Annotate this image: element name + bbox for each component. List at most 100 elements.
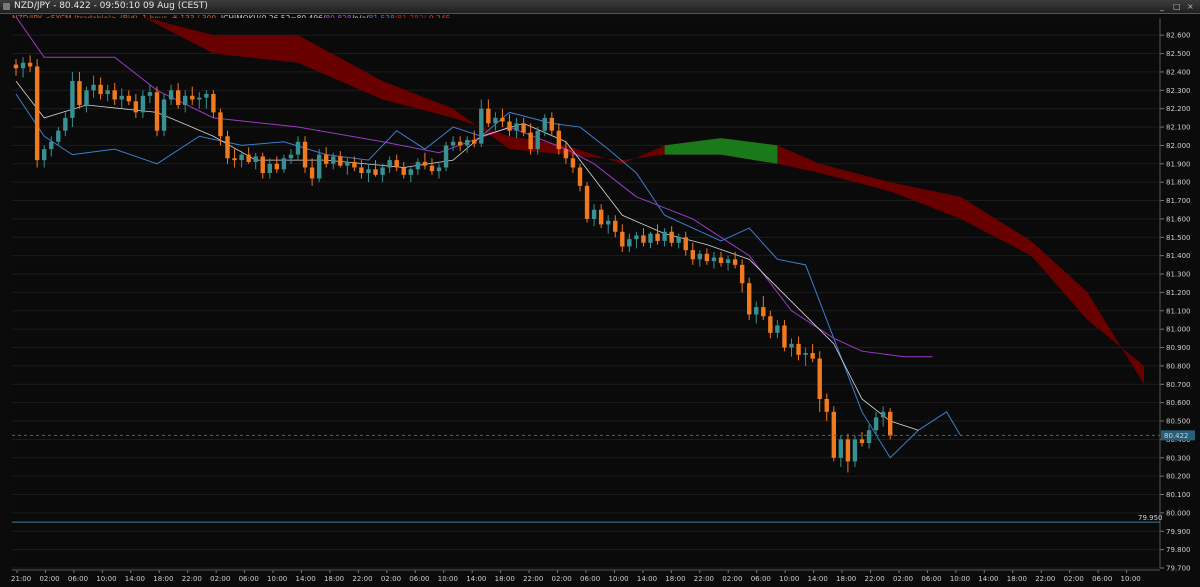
candle-body bbox=[690, 250, 695, 260]
candle-body bbox=[598, 209, 604, 225]
x-tick-label: 22:00 bbox=[694, 575, 714, 583]
candle-body bbox=[168, 90, 174, 100]
candle-body bbox=[528, 132, 533, 150]
candle-body bbox=[232, 158, 237, 161]
candle-body bbox=[732, 259, 738, 265]
y-tick-label: 81.200 bbox=[1166, 289, 1191, 297]
y-tick-label: 81.700 bbox=[1166, 197, 1191, 205]
x-tick-label: 10:00 bbox=[1121, 575, 1141, 583]
candle-body bbox=[457, 141, 463, 146]
candle-body bbox=[105, 90, 110, 94]
y-tick-label: 81.600 bbox=[1166, 215, 1191, 223]
candle-body bbox=[302, 141, 308, 168]
candle-body bbox=[408, 169, 413, 175]
candle-body bbox=[754, 307, 759, 315]
x-tick-label: 02:00 bbox=[722, 575, 742, 583]
y-tick-label: 79.700 bbox=[1166, 565, 1191, 573]
candle-body bbox=[175, 90, 181, 106]
y-tick-label: 80.800 bbox=[1166, 362, 1191, 370]
ichimoku-candlestick-chart[interactable]: 82.600 82.500 82.400 82.300 82.200 82.100 82.0… bbox=[0, 0, 1200, 587]
candle-body bbox=[126, 95, 131, 102]
candle-body bbox=[436, 167, 442, 172]
x-tick-label: 14:00 bbox=[808, 575, 828, 583]
candle-body bbox=[70, 81, 75, 118]
x-tick-label: 06:00 bbox=[921, 575, 941, 583]
candle-body bbox=[309, 167, 315, 179]
x-tick-label: 06:00 bbox=[1092, 575, 1112, 583]
x-tick-label: 06:00 bbox=[68, 575, 88, 583]
candle-body bbox=[77, 81, 82, 106]
current-price-label: 80.422 bbox=[1164, 432, 1189, 440]
x-tick-label: 22:00 bbox=[1035, 575, 1055, 583]
y-tick-label: 81.100 bbox=[1166, 307, 1191, 315]
candle-body bbox=[507, 121, 512, 131]
x-tick-label: 22:00 bbox=[865, 575, 885, 583]
y-tick-label: 81.500 bbox=[1166, 234, 1191, 242]
candle-body bbox=[500, 117, 505, 122]
candle-body bbox=[267, 163, 272, 173]
x-tick-label: 22:00 bbox=[523, 575, 543, 583]
x-tick-label: 14:00 bbox=[637, 575, 657, 583]
y-tick-label: 80.100 bbox=[1166, 491, 1191, 499]
x-tick-label: 06:00 bbox=[751, 575, 771, 583]
candle-body bbox=[197, 97, 202, 100]
candle-body bbox=[42, 149, 47, 161]
x-tick-label: 14:00 bbox=[125, 575, 145, 583]
candle-body bbox=[697, 253, 703, 260]
x-tick-label: 02:00 bbox=[381, 575, 401, 583]
y-tick-label: 81.000 bbox=[1166, 326, 1191, 334]
candle-body bbox=[91, 84, 96, 91]
candle-body bbox=[218, 112, 223, 137]
candle-body bbox=[584, 185, 590, 219]
candle-body bbox=[281, 158, 287, 170]
x-tick-label: 18:00 bbox=[324, 575, 344, 583]
candle-body bbox=[859, 439, 865, 444]
candle-body bbox=[345, 161, 350, 166]
candle-body bbox=[768, 316, 773, 333]
candle-body bbox=[147, 92, 153, 96]
x-tick-label: 10:00 bbox=[950, 575, 970, 583]
x-tick-label: 02:00 bbox=[39, 575, 59, 583]
x-tick-label: 14:00 bbox=[296, 575, 316, 583]
candle-body bbox=[472, 139, 477, 144]
y-tick-label: 80.000 bbox=[1166, 509, 1191, 517]
candle-body bbox=[838, 439, 844, 458]
y-tick-label: 82.500 bbox=[1166, 50, 1191, 58]
y-tick-label: 80.300 bbox=[1166, 454, 1191, 462]
candle-body bbox=[239, 154, 244, 161]
y-tick-label: 80.900 bbox=[1166, 344, 1191, 352]
y-tick-label: 82.000 bbox=[1166, 142, 1191, 150]
candle-body bbox=[13, 64, 19, 69]
x-tick-label: 10:00 bbox=[608, 575, 628, 583]
y-tick-label: 82.100 bbox=[1166, 124, 1191, 132]
candle-body bbox=[422, 161, 428, 166]
x-tick-label: 10:00 bbox=[267, 575, 287, 583]
x-tick-label: 10:00 bbox=[779, 575, 799, 583]
candle-body bbox=[338, 156, 343, 166]
candle-body bbox=[549, 117, 554, 131]
x-tick-label: 02:00 bbox=[1064, 575, 1084, 583]
x-tick-label: 02:00 bbox=[552, 575, 572, 583]
candle-body bbox=[366, 169, 371, 173]
candle-body bbox=[415, 161, 421, 170]
candle-body bbox=[288, 154, 294, 159]
candle-body bbox=[98, 84, 103, 94]
y-tick-label: 82.200 bbox=[1166, 105, 1191, 113]
candle-body bbox=[119, 95, 124, 100]
candle-body bbox=[761, 307, 766, 317]
candle-body bbox=[747, 283, 752, 315]
candle-body bbox=[866, 430, 872, 444]
candle-body bbox=[211, 93, 216, 113]
candle-body bbox=[634, 235, 639, 240]
y-tick-label: 81.400 bbox=[1166, 252, 1191, 260]
candle-body bbox=[183, 95, 188, 106]
candle-body bbox=[253, 156, 258, 162]
x-tick-label: 21:00 bbox=[11, 575, 31, 583]
x-tick-label: 02:00 bbox=[210, 575, 230, 583]
y-tick-label: 81.900 bbox=[1166, 160, 1191, 168]
candle-body bbox=[535, 130, 540, 150]
candle-body bbox=[739, 264, 745, 284]
candle-body bbox=[817, 358, 822, 399]
candle-body bbox=[112, 90, 117, 100]
candle-body bbox=[648, 233, 653, 243]
